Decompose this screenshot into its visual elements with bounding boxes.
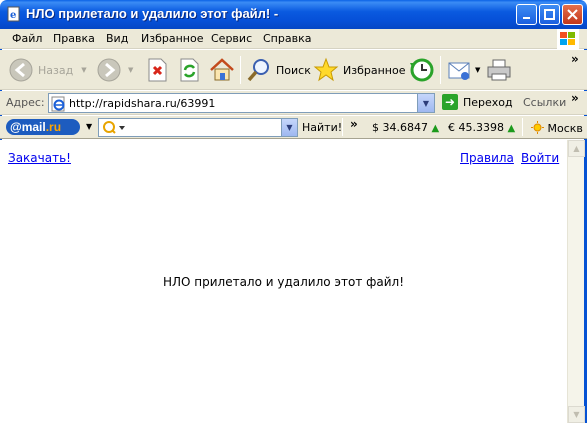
chevron-down-icon: ▼ bbox=[286, 123, 293, 132]
home-icon bbox=[210, 58, 234, 81]
menu-bar: Файл Правка Вид Избранное Сервис Справка bbox=[0, 29, 587, 49]
back-dropdown-icon[interactable]: ▼ bbox=[81, 66, 86, 74]
scroll-down-button[interactable]: ▼ bbox=[568, 406, 585, 423]
address-dropdown-button[interactable]: ▼ bbox=[417, 94, 434, 112]
search-button[interactable]: Поиск bbox=[246, 54, 311, 86]
weather-widget[interactable]: Москв bbox=[531, 121, 583, 135]
title-bar: e НЛО прилетало и удалило этот файл! - bbox=[0, 0, 587, 29]
links-button[interactable]: Ссылки bbox=[523, 96, 566, 109]
go-label: Переход bbox=[463, 95, 513, 109]
history-button[interactable] bbox=[407, 54, 435, 86]
star-icon bbox=[313, 57, 339, 82]
maximize-button[interactable] bbox=[539, 4, 560, 25]
menu-help[interactable]: Справка bbox=[263, 32, 311, 45]
scroll-up-button[interactable]: ▲ bbox=[568, 140, 585, 157]
eur-rate[interactable]: € 45.3398 ▲ bbox=[448, 121, 515, 134]
standard-toolbar: Назад ▼ ▼ Поиск Избранное ▼ » bbox=[0, 50, 587, 90]
page-message: НЛО прилетало и удалило этот файл! bbox=[162, 275, 405, 289]
menu-view[interactable]: Вид bbox=[106, 32, 128, 45]
mail-envelope-icon bbox=[448, 62, 470, 80]
favorites-label: Избранное bbox=[343, 63, 406, 77]
forward-dropdown-icon[interactable]: ▼ bbox=[128, 66, 133, 74]
chevron-down-icon: ▼ bbox=[422, 98, 430, 108]
menu-tools[interactable]: Сервис bbox=[211, 32, 252, 45]
mailru-logo-at: @ bbox=[10, 120, 22, 134]
address-input[interactable]: http://rapidshara.ru/63991 ▼ bbox=[48, 93, 435, 113]
links-more-chevron-icon[interactable]: » bbox=[571, 91, 579, 105]
magnifier-icon bbox=[247, 59, 269, 82]
close-icon bbox=[567, 9, 578, 20]
mailru-more-chevron-icon[interactable]: » bbox=[350, 117, 358, 131]
mailru-logo[interactable]: @ mail .ru bbox=[6, 119, 80, 135]
toolbar-separator bbox=[522, 118, 523, 136]
menu-favorites[interactable]: Избранное bbox=[141, 32, 203, 45]
mail-button[interactable]: ▼ bbox=[447, 54, 480, 86]
go-button[interactable]: ➜ Переход bbox=[442, 94, 513, 110]
mailru-logo-ru: .ru bbox=[45, 120, 62, 134]
mail-dropdown-icon[interactable]: ▼ bbox=[475, 66, 480, 74]
window-title: НЛО прилетало и удалило этот файл! - bbox=[26, 6, 279, 21]
search-label: Поиск bbox=[276, 63, 311, 77]
toolbar-separator bbox=[440, 56, 441, 84]
download-link[interactable]: Закачать! bbox=[8, 151, 71, 165]
print-button[interactable] bbox=[486, 54, 512, 86]
address-bar: Адрес: http://rapidshara.ru/63991 ▼ ➜ Пе… bbox=[0, 91, 587, 115]
back-button[interactable]: Назад ▼ bbox=[8, 54, 87, 86]
eur-rate-value: € 45.3398 bbox=[448, 121, 504, 134]
find-button[interactable]: Найти! bbox=[302, 121, 342, 134]
ie-icon: e bbox=[7, 6, 20, 22]
usd-rate[interactable]: $ 34.6847 ▲ bbox=[372, 121, 439, 134]
toolbar-separator bbox=[342, 118, 343, 136]
forward-button[interactable]: ▼ bbox=[96, 54, 133, 86]
mailru-search-dropdown[interactable]: ▼ bbox=[281, 119, 297, 136]
address-url: http://rapidshara.ru/63991 bbox=[69, 97, 216, 110]
page-content: Закачать! Правила Войти НЛО прилетало и … bbox=[0, 140, 567, 423]
stop-button[interactable] bbox=[146, 54, 168, 86]
menu-file[interactable]: Файл bbox=[12, 32, 42, 45]
mailru-logo-mail: mail bbox=[21, 120, 46, 134]
minimize-icon bbox=[522, 16, 530, 19]
windows-flag-icon bbox=[557, 29, 579, 49]
search-engine-icon bbox=[103, 121, 125, 134]
up-arrow-icon: ▲ bbox=[431, 123, 440, 134]
sun-icon bbox=[531, 121, 544, 134]
mailru-search-input[interactable]: ▼ bbox=[98, 118, 298, 137]
history-icon bbox=[410, 58, 434, 82]
stop-icon bbox=[148, 58, 167, 82]
refresh-icon bbox=[180, 58, 199, 82]
ie-page-icon bbox=[51, 96, 65, 112]
weather-city: Москв bbox=[547, 122, 583, 135]
home-button[interactable] bbox=[209, 54, 235, 86]
toolbar-separator bbox=[240, 56, 241, 84]
svg-text:e: e bbox=[10, 10, 16, 21]
printer-icon bbox=[487, 59, 511, 81]
go-arrow-icon: ➜ bbox=[442, 94, 458, 110]
address-label: Адрес: bbox=[6, 96, 45, 109]
chevron-down-icon: ▼ bbox=[573, 410, 580, 419]
toolbar-more-chevron-icon[interactable]: » bbox=[571, 52, 579, 66]
minimize-button[interactable] bbox=[516, 4, 537, 25]
favorites-button[interactable]: Избранное bbox=[313, 54, 405, 86]
forward-arrow-icon bbox=[97, 58, 121, 82]
rules-link[interactable]: Правила bbox=[460, 151, 514, 165]
login-link[interactable]: Войти bbox=[521, 151, 559, 165]
up-arrow-icon: ▲ bbox=[507, 123, 516, 134]
refresh-button[interactable] bbox=[178, 54, 200, 86]
vertical-scrollbar[interactable]: ▲ ▼ bbox=[567, 140, 585, 423]
mailru-toolbar: @ mail .ru ▼ ▼ Найти! » $ 34.6847 ▲ € 45.3… bbox=[0, 116, 587, 139]
chevron-up-icon: ▲ bbox=[573, 144, 580, 153]
close-button[interactable] bbox=[562, 4, 583, 25]
usd-rate-value: $ 34.6847 bbox=[372, 121, 428, 134]
menu-edit[interactable]: Правка bbox=[53, 32, 95, 45]
back-arrow-icon bbox=[9, 58, 33, 82]
back-label: Назад bbox=[38, 63, 74, 77]
mailru-dropdown-icon[interactable]: ▼ bbox=[86, 122, 92, 131]
maximize-icon bbox=[544, 9, 555, 20]
